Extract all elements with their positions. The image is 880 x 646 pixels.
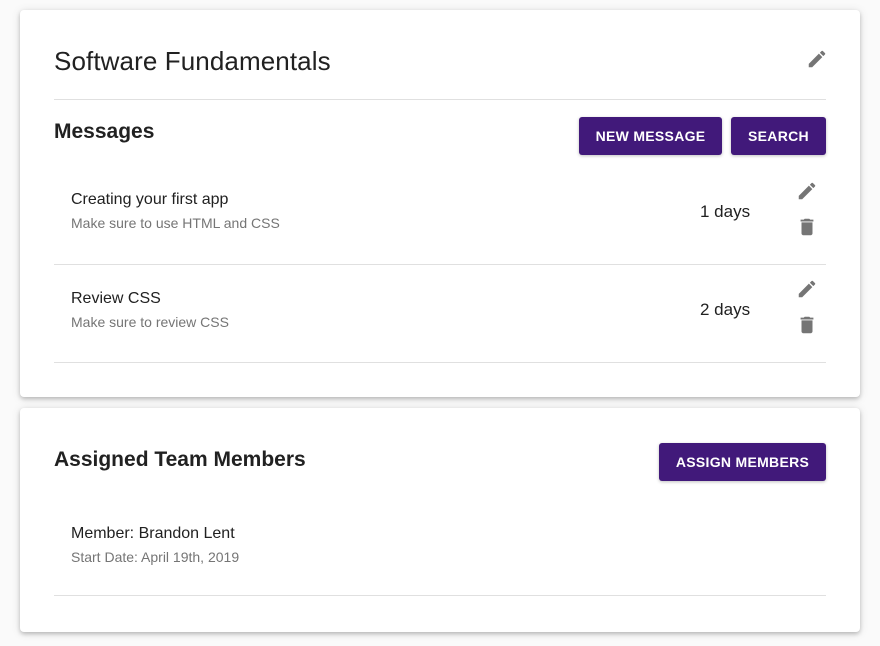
assign-members-button[interactable]: ASSIGN MEMBERS <box>659 443 826 481</box>
divider <box>54 99 826 100</box>
message-subtitle: Make sure to use HTML and CSS <box>71 215 280 231</box>
member-name: Member: Brandon Lent <box>71 525 235 542</box>
pencil-icon[interactable] <box>794 178 820 204</box>
search-button[interactable]: SEARCH <box>731 117 826 155</box>
trash-icon[interactable] <box>794 312 820 338</box>
message-title: Creating your first app <box>71 191 229 208</box>
divider <box>54 264 826 265</box>
new-message-button[interactable]: NEW MESSAGE <box>579 117 722 155</box>
message-title: Review CSS <box>71 290 161 307</box>
message-age: 1 days <box>700 202 751 221</box>
messages-heading: Messages <box>54 120 155 143</box>
pencil-icon[interactable] <box>794 276 820 302</box>
member-start-date: Start Date: April 19th, 2019 <box>71 549 240 565</box>
trash-icon[interactable] <box>794 214 820 240</box>
message-age: 2 days <box>700 300 751 319</box>
message-subtitle: Make sure to review CSS <box>71 314 229 330</box>
divider <box>54 362 826 363</box>
team-heading: Assigned Team Members <box>54 448 306 471</box>
course-title: Software Fundamentals <box>54 46 331 76</box>
course-card: Software Fundamentals Messages NEW MESSA… <box>20 10 860 397</box>
divider <box>54 595 826 596</box>
team-card: Assigned Team Members ASSIGN MEMBERS Mem… <box>20 408 860 632</box>
pencil-icon[interactable] <box>804 46 830 72</box>
